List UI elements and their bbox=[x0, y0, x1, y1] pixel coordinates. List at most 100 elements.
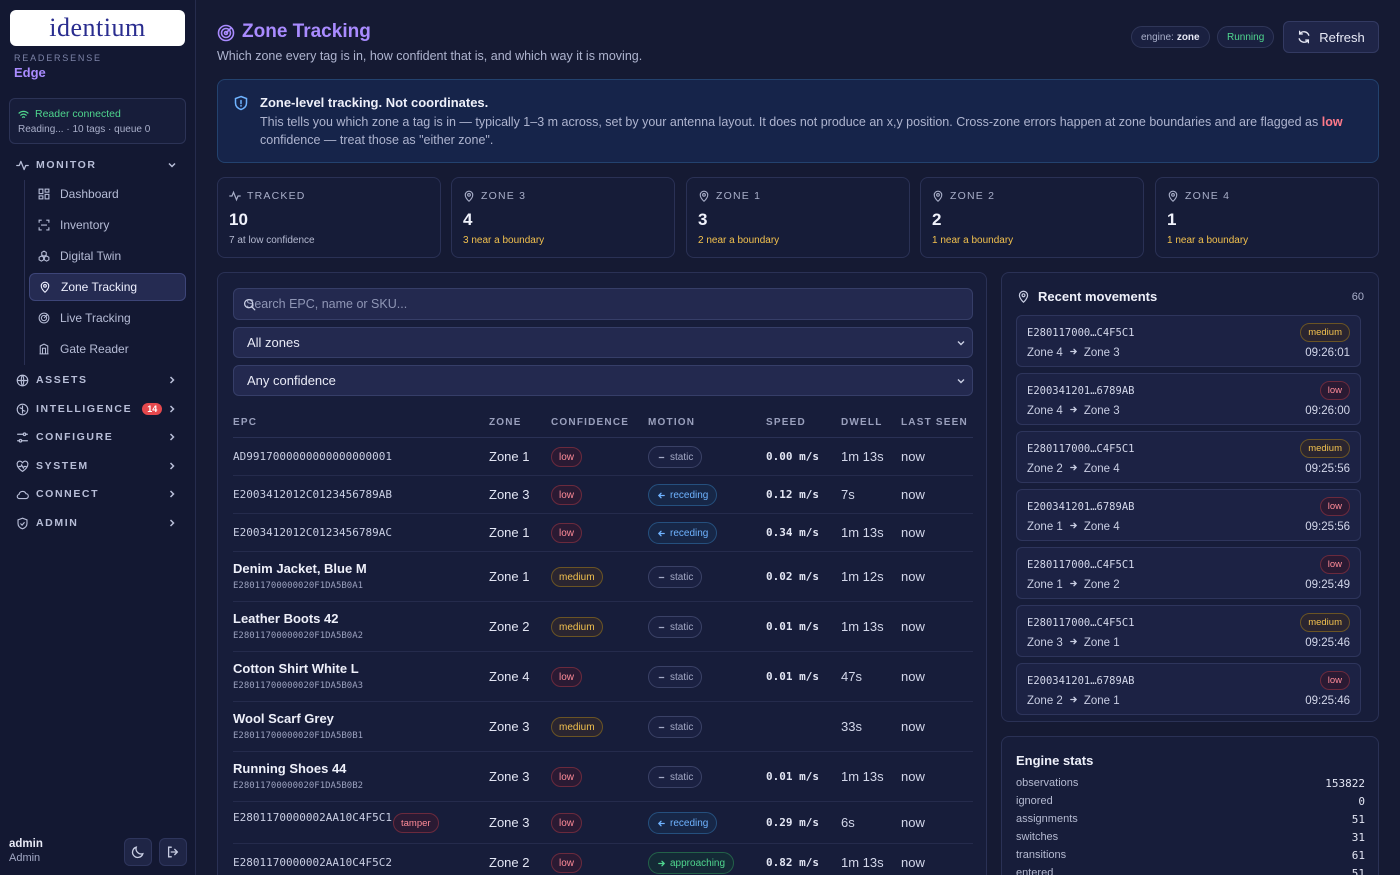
nav-section-label: ADMIN bbox=[36, 517, 79, 529]
table-row[interactable]: Running Shoes 44 E28011700000020F1DA5B0B2… bbox=[233, 752, 973, 802]
alert-count-badge: 14 bbox=[142, 403, 163, 415]
search-icon bbox=[243, 298, 256, 311]
from-zone: Zone 4 bbox=[1027, 347, 1063, 359]
zone-value: Zone 3 bbox=[489, 719, 530, 734]
page-title: Zone Tracking bbox=[242, 21, 371, 42]
table-row[interactable]: E2801170000002AA10C4F5C2 Zone 2 low approac… bbox=[233, 844, 973, 875]
engine-stat-label: assignments bbox=[1016, 813, 1078, 825]
movement-time: 09:25:56 bbox=[1305, 463, 1350, 475]
column-header-speed[interactable]: SPEED bbox=[766, 417, 806, 428]
stat-card-zone-3[interactable]: ZONE 3 4 3 near a boundary bbox=[451, 177, 675, 258]
movement-item[interactable]: E280117000…C4F5C1 Zone 3 Zone 1 medium 09:25… bbox=[1016, 605, 1361, 657]
table-row[interactable]: AD9917000000000000000001 Zone 1 low static 0… bbox=[233, 438, 973, 476]
nav-item-gate-reader[interactable]: Gate Reader bbox=[29, 335, 186, 363]
search-box[interactable] bbox=[233, 288, 973, 320]
to-zone: Zone 4 bbox=[1083, 521, 1120, 533]
item-name: Leather Boots 42 bbox=[233, 611, 339, 626]
motion-label: receding bbox=[670, 527, 709, 539]
zone-value: Zone 2 bbox=[489, 619, 530, 634]
stat-card-zone-2[interactable]: ZONE 2 2 1 near a boundary bbox=[920, 177, 1144, 258]
table-row[interactable]: E2003412012C0123456789AC Zone 1 low recedin… bbox=[233, 514, 973, 552]
nav-section-assets[interactable]: ASSETS bbox=[16, 370, 182, 390]
epc-value: E2003412012C0123456789AB bbox=[233, 488, 392, 501]
movement-item[interactable]: E200341201…6789AB Zone 1 Zone 4 low 09:25:56 bbox=[1016, 489, 1361, 541]
engine-stat-value: 51 bbox=[1351, 813, 1365, 826]
movement-item[interactable]: E200341201…6789AB Zone 2 Zone 1 low 09:25:46 bbox=[1016, 663, 1361, 715]
from-zone: Zone 4 bbox=[1027, 405, 1063, 417]
nav-section-system[interactable]: SYSTEM bbox=[16, 456, 182, 476]
dwell-value: 6s bbox=[841, 815, 855, 830]
confidence-filter-select[interactable]: Any confidence bbox=[233, 365, 973, 396]
nav-section-label: INTELLIGENCE bbox=[36, 403, 133, 415]
nav-item-digital-twin[interactable]: Digital Twin bbox=[29, 242, 186, 270]
last-seen-value: now bbox=[901, 525, 925, 540]
motion-badge: static bbox=[648, 716, 703, 738]
nav-section-label: MONITOR bbox=[36, 159, 97, 171]
nav-item-label: Inventory bbox=[60, 218, 110, 232]
nav-section-connect[interactable]: CONNECT bbox=[16, 484, 182, 504]
confidence-badge: low bbox=[551, 667, 583, 687]
movement-item[interactable]: E200341201…6789AB Zone 4 Zone 3 low 09:26:00 bbox=[1016, 373, 1361, 425]
last-seen-value: now bbox=[901, 487, 925, 502]
table-row[interactable]: Denim Jacket, Blue M E28011700000020F1DA5… bbox=[233, 552, 973, 602]
minus-icon bbox=[658, 676, 665, 678]
zone-value: Zone 4 bbox=[489, 669, 530, 684]
confidence-badge: low bbox=[551, 767, 583, 787]
nav-section-monitor[interactable]: MONITOR bbox=[16, 155, 182, 175]
nav-item-dashboard[interactable]: Dashboard bbox=[29, 180, 186, 208]
brand-logo[interactable]: identium bbox=[10, 10, 185, 46]
column-header-last-seen[interactable]: LAST SEEN bbox=[901, 417, 968, 428]
theme-toggle-button[interactable] bbox=[124, 838, 152, 866]
motion-label: approaching bbox=[670, 857, 726, 869]
logout-icon bbox=[167, 846, 179, 858]
stat-card-zone-1[interactable]: ZONE 1 3 2 near a boundary bbox=[686, 177, 910, 258]
heart-pulse-icon bbox=[16, 459, 30, 473]
logout-button[interactable] bbox=[159, 838, 187, 866]
stat-note: 1 near a boundary bbox=[932, 235, 1014, 246]
stat-label: ZONE 3 bbox=[463, 190, 526, 202]
sidebar: identium READERSENSE Edge Reader connect… bbox=[0, 0, 196, 875]
stat-label-text: ZONE 2 bbox=[950, 190, 996, 202]
nav-item-live-tracking[interactable]: Live Tracking bbox=[29, 304, 186, 332]
column-header-confidence[interactable]: CONFIDENCE bbox=[551, 417, 629, 428]
column-header-epc[interactable]: EPC bbox=[233, 417, 257, 428]
movement-path: Zone 1 Zone 4 bbox=[1027, 521, 1120, 533]
last-seen-value: now bbox=[901, 669, 925, 684]
dwell-value: 1m 13s bbox=[841, 619, 884, 634]
banner-text-start: This tells you which zone a tag is in — … bbox=[260, 115, 1322, 129]
nav-item-zone-tracking[interactable]: Zone Tracking bbox=[29, 273, 186, 301]
nav-item-label: Gate Reader bbox=[60, 342, 129, 356]
nav-item-inventory[interactable]: Inventory bbox=[29, 211, 186, 239]
activity-icon bbox=[16, 158, 30, 172]
stat-card-tracked: TRACKED 10 7 at low confidence bbox=[217, 177, 441, 258]
nav-section-intelligence[interactable]: INTELLIGENCE 14 bbox=[16, 399, 182, 419]
movement-item[interactable]: E280117000…C4F5C1 Zone 2 Zone 4 medium 09:25… bbox=[1016, 431, 1361, 483]
zone-filter-select[interactable]: All zones bbox=[233, 327, 973, 358]
stat-card-zone-4[interactable]: ZONE 4 1 1 near a boundary bbox=[1155, 177, 1379, 258]
table-row[interactable]: E2801170000002AA10C4F5C1 tamper Zone 3 low r… bbox=[233, 802, 973, 844]
recent-movements-header: Recent movements bbox=[1017, 289, 1157, 304]
gate-icon bbox=[38, 342, 52, 356]
confidence-badge: low bbox=[551, 523, 583, 543]
search-input[interactable] bbox=[234, 289, 972, 319]
nav-section-admin[interactable]: ADMIN bbox=[16, 513, 182, 533]
item-epc: E28011700000020F1DA5B0B2 bbox=[233, 781, 364, 791]
movement-item[interactable]: E280117000…C4F5C1 Zone 4 Zone 3 medium 09:26… bbox=[1016, 315, 1361, 367]
speed-value: 0.00 m/s bbox=[766, 450, 819, 463]
engine-stat-row: observations 153822 bbox=[1016, 777, 1365, 795]
column-header-dwell[interactable]: DWELL bbox=[841, 417, 883, 428]
refresh-button[interactable]: Refresh bbox=[1283, 21, 1379, 53]
column-header-zone[interactable]: ZONE bbox=[489, 417, 522, 428]
table-row[interactable]: Wool Scarf Grey E28011700000020F1DA5B0B1 Z… bbox=[233, 702, 973, 752]
nav-section-configure[interactable]: CONFIGURE bbox=[16, 427, 182, 447]
reader-status-text: Reader connected bbox=[35, 108, 121, 120]
column-header-motion[interactable]: MOTION bbox=[648, 417, 695, 428]
to-zone: Zone 1 bbox=[1083, 637, 1120, 649]
table-row[interactable]: Cotton Shirt White L E28011700000020F1DA5… bbox=[233, 652, 973, 702]
table-row[interactable]: E2003412012C0123456789AB Zone 3 low recedin… bbox=[233, 476, 973, 514]
table-row[interactable]: Leather Boots 42 E28011700000020F1DA5B0A2… bbox=[233, 602, 973, 652]
movement-time: 09:25:56 bbox=[1305, 521, 1350, 533]
engine-value: zone bbox=[1176, 31, 1200, 43]
page-subtitle: Which zone every tag is in, how confiden… bbox=[217, 49, 643, 63]
movement-item[interactable]: E280117000…C4F5C1 Zone 1 Zone 2 low 09:25:49 bbox=[1016, 547, 1361, 599]
